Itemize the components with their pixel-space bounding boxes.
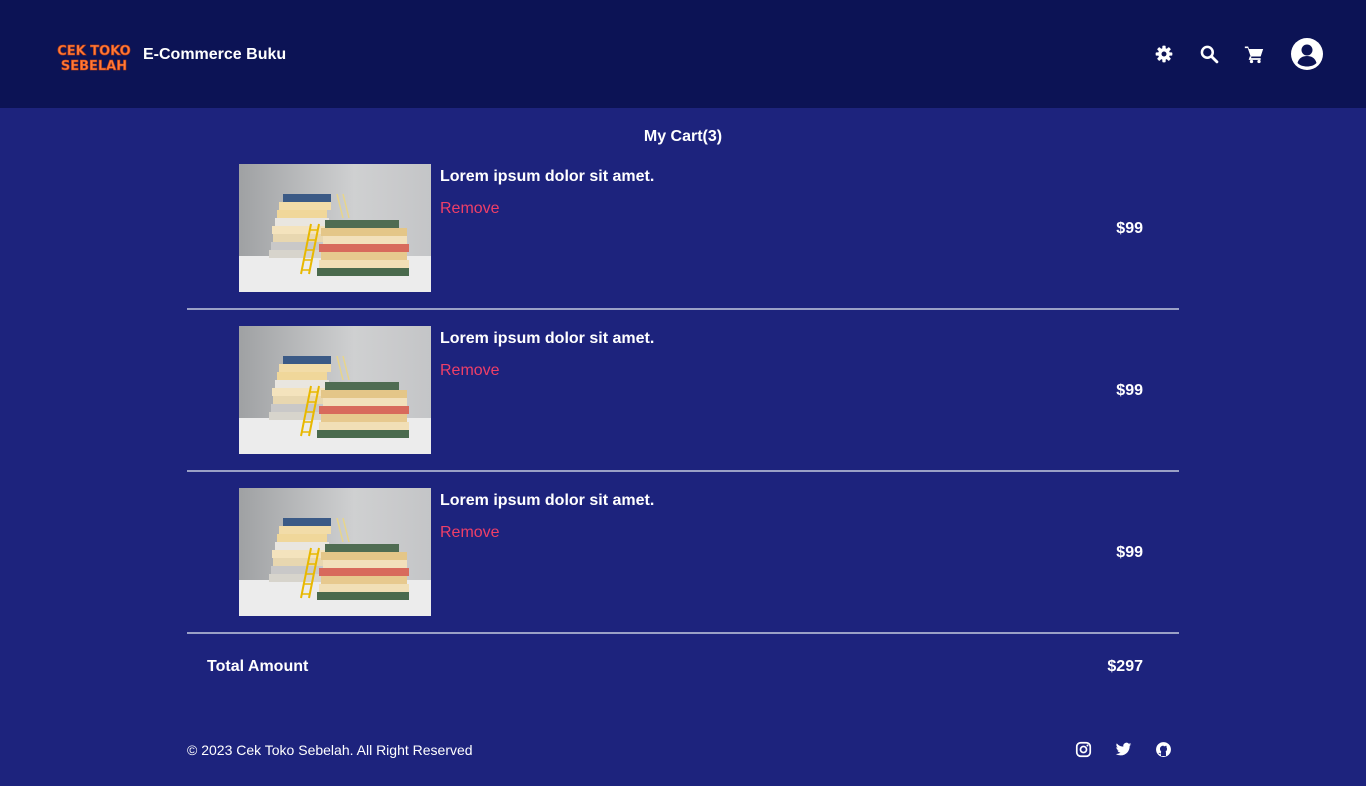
user-avatar-icon[interactable] xyxy=(1291,38,1323,70)
cart-item: Lorem ipsum dolor sit amet. Remove $99 xyxy=(187,164,1179,310)
item-price: $99 xyxy=(1116,220,1143,237)
book-thumbnail xyxy=(239,326,431,454)
search-icon[interactable] xyxy=(1199,44,1219,64)
item-price: $99 xyxy=(1116,544,1143,561)
cart-title: My Cart(3) xyxy=(643,128,723,145)
logo[interactable]: CEK TOKO SEBELAH xyxy=(56,42,132,75)
cart-icon[interactable] xyxy=(1244,44,1264,64)
cart-item: Lorem ipsum dolor sit amet. Remove $99 xyxy=(187,488,1179,634)
item-title: Lorem ipsum dolor sit amet. xyxy=(440,492,655,509)
instagram-icon[interactable] xyxy=(1075,741,1092,758)
brand-title: E-Commerce Buku xyxy=(143,46,287,63)
top-navbar: CEK TOKO SEBELAH E-Commerce Buku xyxy=(0,0,1366,108)
remove-button[interactable]: Remove xyxy=(440,200,500,218)
item-title: Lorem ipsum dolor sit amet. xyxy=(440,168,655,185)
cart-item: Lorem ipsum dolor sit amet. Remove $99 xyxy=(187,326,1179,472)
remove-button[interactable]: Remove xyxy=(440,524,500,542)
remove-button[interactable]: Remove xyxy=(440,362,500,380)
footer-copyright: © 2023 Cek Toko Sebelah. All Right Reser… xyxy=(187,742,473,758)
svg-text:SEBELAH: SEBELAH xyxy=(61,59,127,72)
github-icon[interactable] xyxy=(1155,741,1172,758)
total-value: $297 xyxy=(1107,658,1143,675)
book-thumbnail xyxy=(239,164,431,292)
total-label: Total Amount xyxy=(207,658,309,675)
twitter-icon[interactable] xyxy=(1115,741,1132,758)
item-price: $99 xyxy=(1116,382,1143,399)
book-thumbnail xyxy=(239,488,431,616)
svg-text:CEK TOKO: CEK TOKO xyxy=(57,44,130,59)
gear-icon[interactable] xyxy=(1154,44,1174,64)
item-title: Lorem ipsum dolor sit amet. xyxy=(440,330,655,347)
